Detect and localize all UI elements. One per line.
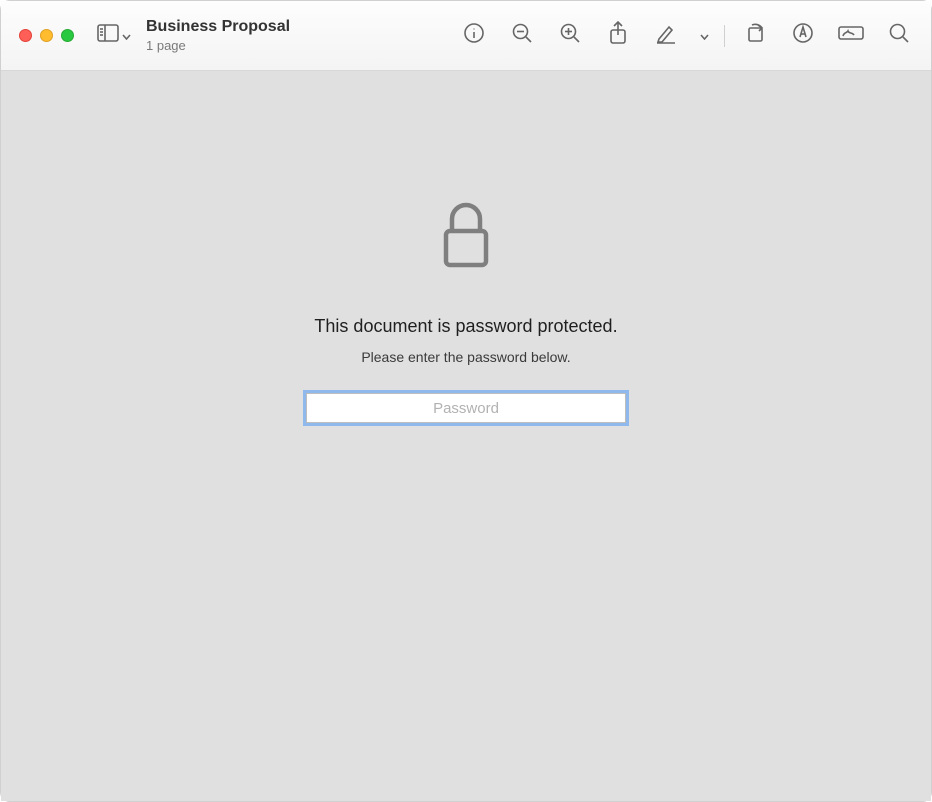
page-count: 1 page (146, 38, 290, 53)
sidebar-icon (97, 24, 119, 47)
rotate-icon (744, 22, 766, 49)
share-icon (608, 21, 628, 50)
close-window-button[interactable] (19, 29, 32, 42)
zoom-out-icon (511, 22, 533, 49)
window-controls (19, 29, 74, 42)
password-input[interactable] (306, 393, 626, 423)
form-button[interactable] (831, 16, 871, 56)
sidebar-toggle-button[interactable] (94, 16, 134, 56)
search-icon (888, 22, 910, 49)
document-title: Business Proposal (146, 18, 290, 36)
toolbar-actions (454, 16, 919, 56)
info-button[interactable] (454, 16, 494, 56)
password-subline: Please enter the password below. (361, 349, 570, 365)
password-headline: This document is password protected. (314, 316, 617, 337)
share-button[interactable] (598, 16, 638, 56)
highlight-button[interactable] (646, 16, 686, 56)
chevron-down-icon (122, 27, 131, 45)
document-title-block: Business Proposal 1 page (146, 18, 290, 53)
info-icon (463, 22, 485, 49)
window-toolbar: Business Proposal 1 page (1, 1, 931, 71)
fullscreen-window-button[interactable] (61, 29, 74, 42)
markup-button[interactable] (783, 16, 823, 56)
zoom-out-button[interactable] (502, 16, 542, 56)
search-button[interactable] (879, 16, 919, 56)
zoom-in-icon (559, 22, 581, 49)
zoom-in-button[interactable] (550, 16, 590, 56)
minimize-window-button[interactable] (40, 29, 53, 42)
content-area: This document is password protected. Ple… (1, 71, 931, 801)
highlight-menu-button[interactable] (694, 16, 714, 56)
form-icon (838, 24, 864, 47)
rotate-button[interactable] (735, 16, 775, 56)
chevron-down-icon (700, 27, 709, 45)
lock-icon (436, 201, 496, 276)
highlight-icon (655, 22, 677, 49)
markup-icon (792, 22, 814, 49)
toolbar-separator (724, 25, 725, 47)
